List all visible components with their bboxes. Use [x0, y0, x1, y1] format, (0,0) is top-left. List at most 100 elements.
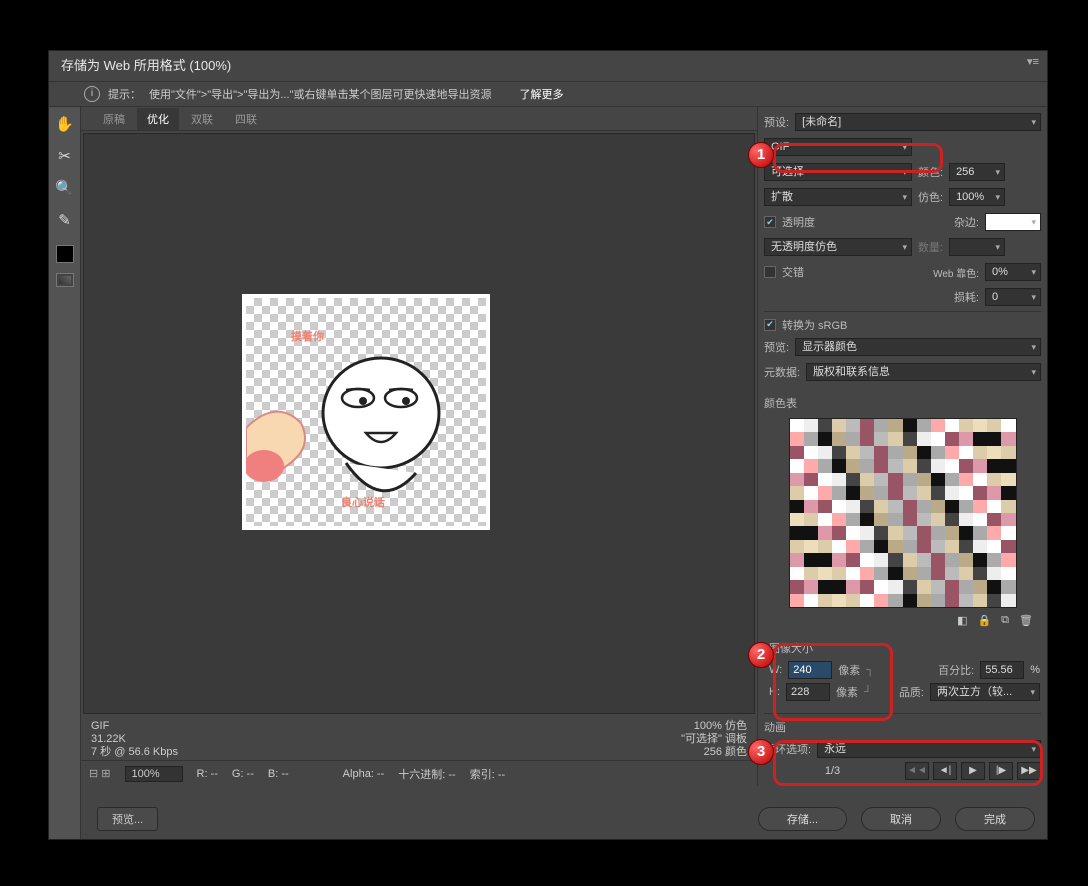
animation-title: 动画 [764, 719, 786, 735]
preview-content: 摸着你 良心说话 [246, 298, 486, 526]
hand-tool[interactable]: ✋ [54, 113, 76, 135]
save-button[interactable]: 存储... [758, 807, 847, 831]
preset-select[interactable]: [未命名] [795, 113, 1041, 131]
canvas-area[interactable]: 摸着你 良心说话 [83, 133, 755, 714]
info-speed: 7 秒 @ 56.6 Kbps [91, 746, 178, 759]
learn-more-link[interactable]: 了解更多 [507, 83, 575, 105]
format-select[interactable]: GIF [764, 138, 912, 156]
quality-select[interactable]: 两次立方（较... [930, 683, 1040, 701]
play-bar: 1/3 ◄◄ ◄| ▶ |▶ ▶▶ [764, 760, 1041, 782]
tab-2up[interactable]: 双联 [181, 108, 223, 130]
metadata-label: 元数据: [764, 364, 800, 380]
loop-select[interactable]: 永远 [817, 740, 1041, 758]
srgb-label: 转换为 sRGB [782, 317, 847, 333]
info-size: 31.22K [91, 733, 178, 746]
slice-visibility[interactable] [56, 273, 74, 287]
image-preview: 摸着你 良心说话 [242, 294, 490, 530]
ct-lock-icon[interactable]: 🔒 [977, 614, 991, 627]
done-button[interactable]: 完成 [955, 807, 1035, 831]
info-strip: GIF 31.22K 7 秒 @ 56.6 Kbps 100% 仿色 "可选择"… [81, 716, 757, 760]
foreground-swatch[interactable] [56, 245, 74, 263]
status-g: G: -- [232, 768, 254, 780]
tip-prefix: 提示： [108, 86, 141, 102]
tab-optimized[interactable]: 优化 [137, 108, 179, 130]
frame-indicator: 1/3 [764, 765, 901, 777]
preview-button[interactable]: 预览... [97, 807, 158, 831]
h-unit: 像素 [836, 684, 858, 700]
colortable-menu-icon[interactable]: ▾≡ [1027, 55, 1039, 68]
info-colors: 256 颜色 [681, 746, 747, 759]
info-format: GIF [91, 720, 178, 733]
prev-frame-button[interactable]: ◄| [933, 762, 957, 780]
w-unit: 像素 [838, 662, 860, 678]
left-toolbar: ✋ ✂ 🔍 ✎ [49, 107, 81, 839]
lossy-select[interactable]: 0 [985, 288, 1041, 306]
reduction-select[interactable]: 可选择 [764, 163, 912, 181]
animation-section: 动画 循环选项: 永远 1/3 ◄◄ ◄| ▶ |▶ ▶▶ [764, 713, 1041, 782]
settings-panel: 预设: [未命名] ▾≡ GIF 可选择 颜色: 256 扩散 仿色: 100%… [757, 107, 1047, 786]
status-index: 索引: -- [470, 766, 505, 782]
matte-label: 杂边: [954, 214, 979, 230]
pct-unit: % [1030, 664, 1040, 676]
preset-label: 预设: [764, 114, 789, 130]
zoom-select[interactable]: 100% [125, 766, 183, 782]
status-r: R: -- [197, 768, 218, 780]
interlace-check[interactable] [764, 266, 776, 278]
cancel-button[interactable]: 取消 [861, 807, 941, 831]
color-table-title: 颜色表 [764, 395, 797, 411]
eyedropper-tool[interactable]: ✎ [54, 209, 76, 231]
h-label: H: [769, 686, 780, 698]
image-size-section: 图像大小 W: 像素 ┐ 百分比: % H: 像素 ┘ [764, 632, 1041, 706]
svg-text:良心说话: 良心说话 [341, 495, 385, 509]
colors-select[interactable]: 256 [949, 163, 1005, 181]
status-bar: ⊟ ⊞ 100% R: -- G: -- B: -- Alpha: -- 十六进… [81, 760, 757, 786]
svg-text:摸着你: 摸着你 [291, 329, 324, 343]
color-table-section: 颜色表▾≡ ◧ 🔒 ⧉ 🗑 [764, 392, 1041, 629]
info-palette: "可选择" 调板 [681, 733, 747, 746]
color-table-toolbar: ◧ 🔒 ⧉ 🗑 [764, 612, 1041, 629]
preview-profile-select[interactable]: 显示器颜色 [795, 338, 1041, 356]
websnap-select[interactable]: 0% [985, 263, 1041, 281]
info-dither: 100% 仿色 [681, 720, 747, 733]
width-input[interactable] [788, 661, 832, 679]
dither-label: 仿色: [918, 189, 943, 205]
dither-amount[interactable]: 100% [949, 188, 1005, 206]
percent-input[interactable] [980, 661, 1024, 679]
height-input[interactable] [786, 683, 830, 701]
w-label: W: [769, 664, 782, 676]
slice-tool[interactable]: ✂ [54, 145, 76, 167]
status-alpha: Alpha: -- [343, 768, 385, 780]
save-for-web-dialog: 存储为 Web 所用格式 (100%) i 提示： 使用"文件">"导出">"导… [48, 50, 1048, 840]
first-frame-button[interactable]: ◄◄ [905, 762, 929, 780]
ct-new-icon[interactable]: ⧉ [1001, 614, 1009, 627]
transparency-check[interactable]: ✔ [764, 216, 776, 228]
image-size-title: 图像大小 [769, 640, 813, 656]
last-frame-button[interactable]: ▶▶ [1017, 762, 1041, 780]
status-hex: 十六进制: -- [398, 766, 455, 782]
next-frame-button[interactable]: |▶ [989, 762, 1013, 780]
tab-original[interactable]: 原稿 [93, 108, 135, 130]
trans-dither-select[interactable]: 无透明度仿色 [764, 238, 912, 256]
play-button[interactable]: ▶ [961, 762, 985, 780]
info-icon: i [84, 86, 100, 102]
preview-tabs: 原稿 优化 双联 四联 [81, 107, 757, 131]
loop-label: 循环选项: [764, 741, 811, 757]
srgb-check[interactable]: ✔ [764, 319, 776, 331]
transparency-label: 透明度 [782, 214, 815, 230]
ct-cube-icon[interactable]: ◧ [957, 614, 967, 627]
color-table-grid[interactable] [789, 418, 1017, 608]
tip-bar: i 提示： 使用"文件">"导出">"导出为..."或右键单击某个图层可更快速地… [49, 81, 1047, 107]
websnap-label: Web 靠色: [933, 265, 979, 280]
colors-label: 颜色: [918, 164, 943, 180]
preview-profile-label: 预览: [764, 339, 789, 355]
quality-label: 品质: [899, 684, 924, 700]
pct-label: 百分比: [938, 662, 974, 678]
matte-select[interactable] [985, 213, 1041, 231]
dither-select[interactable]: 扩散 [764, 188, 912, 206]
lossy-label: 损耗: [954, 289, 979, 305]
metadata-select[interactable]: 版权和联系信息 [806, 363, 1041, 381]
ct-trash-icon[interactable]: 🗑 [1019, 614, 1033, 627]
trans-dither-amt-label: 数量: [918, 239, 943, 255]
tab-4up[interactable]: 四联 [225, 108, 267, 130]
zoom-tool[interactable]: 🔍 [54, 177, 76, 199]
